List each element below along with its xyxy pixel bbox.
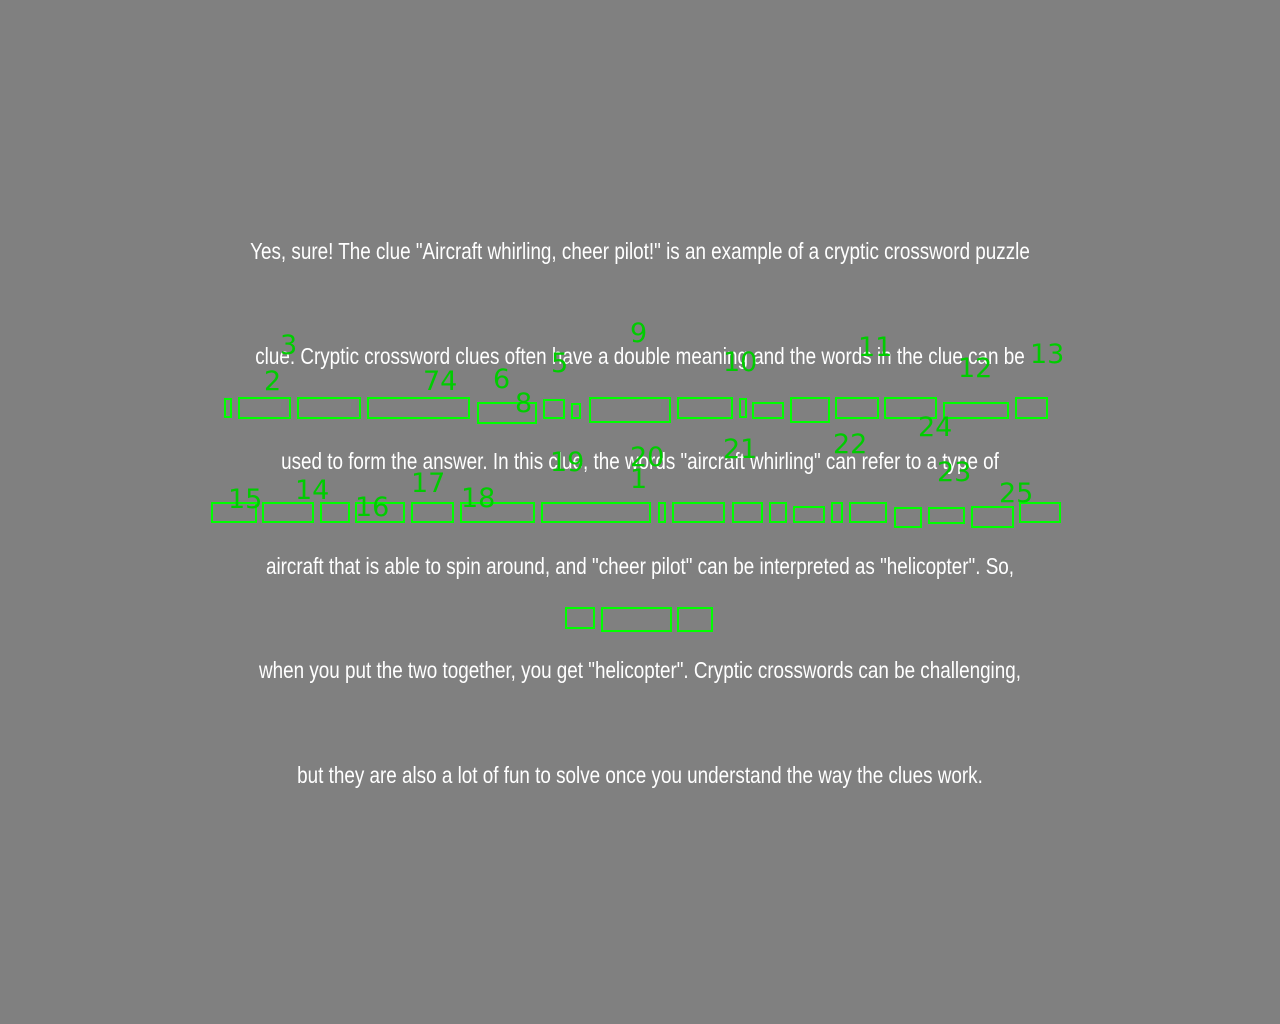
highlight-box bbox=[790, 397, 830, 423]
overlay-label: 5 bbox=[551, 348, 569, 379]
overlay-label: 17 bbox=[411, 468, 446, 499]
screen: Yes, sure! The clue "Aircraft whirling, … bbox=[0, 0, 1280, 1024]
highlight-box bbox=[589, 397, 671, 423]
overlay-label: 14 bbox=[295, 475, 330, 506]
overlay-label: 10 bbox=[723, 347, 758, 378]
text-line-4: aircraft that is able to spin around, an… bbox=[265, 553, 1015, 579]
overlay-label: 23 bbox=[937, 457, 972, 488]
highlight-box bbox=[565, 607, 595, 629]
text-line-5: when you put the two together, you get "… bbox=[259, 657, 1021, 683]
overlay-label: 19 bbox=[550, 447, 585, 478]
highlight-box bbox=[739, 398, 747, 418]
highlight-box bbox=[238, 397, 291, 419]
highlight-box bbox=[297, 397, 361, 419]
overlay-label: 22 bbox=[833, 429, 868, 460]
highlight-box bbox=[943, 402, 1009, 419]
highlight-box bbox=[601, 607, 672, 632]
highlight-box bbox=[367, 397, 470, 419]
overlay-label: 9 bbox=[630, 318, 648, 349]
overlay-label: 25 bbox=[999, 478, 1034, 509]
highlight-box bbox=[835, 397, 879, 419]
highlight-box bbox=[793, 506, 825, 523]
highlight-box bbox=[894, 507, 922, 528]
highlight-box bbox=[831, 502, 843, 523]
highlight-box bbox=[971, 506, 1014, 528]
highlight-box bbox=[224, 398, 232, 418]
highlight-box bbox=[677, 397, 733, 419]
overlay-label: 8 bbox=[515, 388, 533, 419]
highlight-box bbox=[849, 502, 887, 523]
highlight-box bbox=[658, 502, 666, 523]
highlight-box bbox=[928, 507, 965, 524]
text-line-6: but they are also a lot of fun to solve … bbox=[297, 762, 983, 788]
highlight-box bbox=[1015, 397, 1048, 419]
overlay-label: 21 bbox=[723, 434, 758, 465]
highlight-box bbox=[672, 502, 725, 523]
highlight-box bbox=[571, 403, 581, 419]
overlay-label: 18 bbox=[461, 483, 496, 514]
overlay-label: 12 bbox=[958, 353, 993, 384]
highlight-box bbox=[752, 402, 784, 419]
overlay-label: 15 bbox=[228, 484, 263, 515]
highlight-box bbox=[769, 502, 787, 523]
highlight-box bbox=[541, 502, 651, 523]
overlay-label: 6 bbox=[493, 364, 511, 395]
highlight-box bbox=[732, 502, 763, 523]
highlight-box bbox=[543, 399, 565, 419]
overlay-label: 3 bbox=[280, 330, 298, 361]
overlay-label: 24 bbox=[918, 412, 953, 443]
overlay-label: 2 bbox=[264, 366, 282, 397]
highlight-box bbox=[411, 502, 454, 523]
overlay-label: 16 bbox=[355, 492, 390, 523]
overlay-label: 11 bbox=[858, 332, 893, 363]
overlay-label: 74 bbox=[423, 366, 458, 397]
overlay-label: 1 bbox=[630, 464, 648, 495]
highlight-box bbox=[677, 607, 713, 632]
text-line-1: Yes, sure! The clue "Aircraft whirling, … bbox=[250, 238, 1030, 264]
overlay-label: 13 bbox=[1030, 339, 1065, 370]
